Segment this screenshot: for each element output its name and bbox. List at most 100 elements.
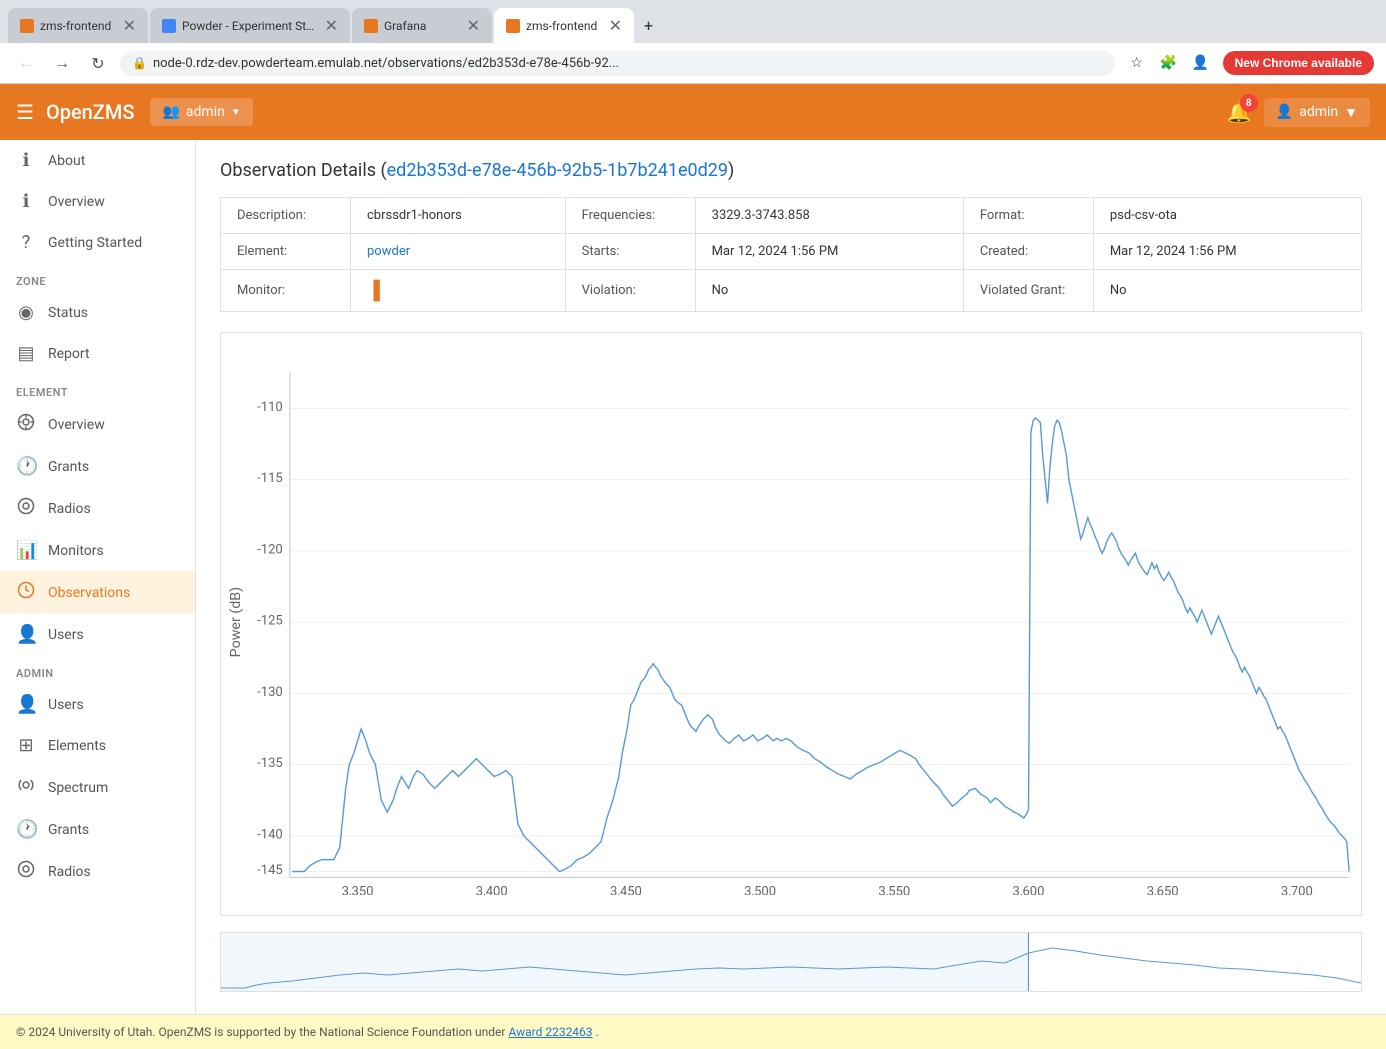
browser-chrome: zms-frontend ✕ Powder - Experiment Statu… bbox=[0, 0, 1386, 84]
sidebar-label-element-overview: Overview bbox=[48, 417, 105, 433]
svg-text:-125: -125 bbox=[257, 614, 283, 629]
main-layout: ℹ About ℹ Overview ? Getting Started Zon… bbox=[0, 140, 1386, 1014]
sidebar-label-radios-admin: Radios bbox=[48, 864, 91, 880]
sidebar-item-overview-top[interactable]: ℹ Overview bbox=[0, 181, 195, 222]
created-value: Mar 12, 2024 1:56 PM bbox=[1093, 234, 1361, 270]
sidebar-item-users[interactable]: 👤 Users bbox=[0, 614, 195, 655]
sidebar: ℹ About ℹ Overview ? Getting Started Zon… bbox=[0, 140, 196, 1014]
violation-label: Violation: bbox=[565, 270, 695, 312]
monitors-icon: 📊 bbox=[16, 540, 36, 561]
frequencies-value: 3329.3-3743.858 bbox=[695, 198, 963, 234]
notification-button[interactable]: 🔔 8 bbox=[1227, 100, 1252, 124]
sidebar-item-status[interactable]: ◉ Status bbox=[0, 292, 195, 333]
lock-icon: 🔒 bbox=[132, 56, 147, 70]
sidebar-item-radios-admin[interactable]: Radios bbox=[0, 850, 195, 893]
sidebar-item-radios[interactable]: Radios bbox=[0, 487, 195, 530]
tab-powder[interactable]: Powder - Experiment Status ✕ bbox=[150, 8, 350, 43]
back-button[interactable]: ← bbox=[12, 49, 40, 77]
dropdown-arrow-icon: ▼ bbox=[231, 107, 241, 118]
description-label: Description: bbox=[221, 198, 351, 234]
status-icon: ◉ bbox=[16, 302, 36, 323]
violated-grant-label: Violated Grant: bbox=[963, 270, 1093, 312]
url-text: node-0.rdz-dev.powderteam.emulab.net/obs… bbox=[153, 56, 1103, 71]
violation-value: No bbox=[695, 270, 963, 312]
sidebar-item-grants[interactable]: 🕐 Grants bbox=[0, 446, 195, 487]
forward-button[interactable]: → bbox=[48, 49, 76, 77]
frequencies-label: Frequencies: bbox=[565, 198, 695, 234]
format-label: Format: bbox=[963, 198, 1093, 234]
starts-value: Mar 12, 2024 1:56 PM bbox=[695, 234, 963, 270]
sidebar-label-grants: Grants bbox=[48, 459, 89, 475]
sidebar-item-admin-users[interactable]: 👤 Users bbox=[0, 684, 195, 725]
description-value: cbrssdr1-honors bbox=[351, 198, 566, 234]
table-row-description: Description: cbrssdr1-honors Frequencies… bbox=[221, 198, 1362, 234]
sidebar-label-report: Report bbox=[48, 346, 90, 362]
svg-text:3,500: 3,500 bbox=[744, 884, 776, 895]
help-icon: ? bbox=[16, 232, 36, 253]
sidebar-item-observations[interactable]: Observations bbox=[0, 571, 195, 614]
svg-text:3,650: 3,650 bbox=[1147, 884, 1179, 895]
url-bar[interactable]: 🔒 node-0.rdz-dev.powderteam.emulab.net/o… bbox=[120, 51, 1115, 76]
svg-text:-145: -145 bbox=[257, 863, 283, 878]
admin-dropdown[interactable]: 👥 admin ▼ bbox=[150, 98, 252, 126]
admin-icon: 👥 bbox=[162, 104, 179, 120]
svg-text:-115: -115 bbox=[257, 471, 283, 486]
spectrum-chart-svg: Power (dB) -110 -115 -120 -125 -130 -135… bbox=[221, 349, 1361, 895]
extensions-icon[interactable]: 🧩 bbox=[1155, 49, 1183, 77]
sidebar-item-spectrum[interactable]: Spectrum bbox=[0, 766, 195, 809]
bookmark-icon[interactable]: ☆ bbox=[1123, 49, 1151, 77]
new-chrome-button[interactable]: New Chrome available bbox=[1223, 51, 1374, 75]
svg-text:Power (dB): Power (dB) bbox=[228, 587, 244, 657]
tab-close-grafana[interactable]: ✕ bbox=[467, 16, 480, 35]
tab-close-zms1[interactable]: ✕ bbox=[123, 16, 136, 35]
notification-badge: 8 bbox=[1240, 94, 1258, 112]
sidebar-item-admin-grants[interactable]: 🕐 Grants bbox=[0, 809, 195, 850]
user-menu-button[interactable]: 👤 admin ▼ bbox=[1264, 98, 1370, 127]
observation-uuid-link[interactable]: ed2b353d-e78e-456b-92b5-1b7b241e0d29 bbox=[387, 160, 728, 181]
tab-favicon-powder bbox=[162, 19, 176, 33]
admin-users-icon: 👤 bbox=[16, 694, 36, 715]
profile-icon[interactable]: 👤 bbox=[1187, 49, 1215, 77]
element-label: Element: bbox=[221, 234, 351, 270]
tab-favicon-grafana bbox=[364, 19, 378, 33]
report-icon: ▤ bbox=[16, 343, 36, 364]
monitor-value: ▐ bbox=[351, 270, 566, 312]
sidebar-item-monitors[interactable]: 📊 Monitors bbox=[0, 530, 195, 571]
mini-spectrum-chart bbox=[220, 932, 1362, 992]
sidebar-item-elements[interactable]: ⊞ Elements bbox=[0, 725, 195, 766]
sidebar-label-spectrum: Spectrum bbox=[48, 780, 108, 796]
element-overview-icon bbox=[16, 413, 36, 436]
radios-icon bbox=[16, 497, 36, 520]
observation-details-table: Description: cbrssdr1-honors Frequencies… bbox=[220, 197, 1362, 312]
sidebar-item-about[interactable]: ℹ About bbox=[0, 140, 195, 181]
tab-grafana[interactable]: Grafana ✕ bbox=[352, 8, 492, 43]
svg-text:3,600: 3,600 bbox=[1013, 884, 1045, 895]
footer-award-link[interactable]: Award 2232463 bbox=[508, 1025, 592, 1039]
tab-close-powder[interactable]: ✕ bbox=[325, 16, 338, 35]
new-tab-button[interactable]: + bbox=[636, 8, 661, 43]
tab-close-zms2[interactable]: ✕ bbox=[609, 16, 622, 35]
svg-text:3,400: 3,400 bbox=[476, 884, 508, 895]
sidebar-item-report[interactable]: ▤ Report bbox=[0, 333, 195, 374]
address-bar: ← → ↻ 🔒 node-0.rdz-dev.powderteam.emulab… bbox=[0, 43, 1386, 84]
reload-button[interactable]: ↻ bbox=[84, 49, 112, 77]
violated-grant-value: No bbox=[1093, 270, 1361, 312]
users-icon: 👤 bbox=[16, 624, 36, 645]
overview-icon: ℹ bbox=[16, 191, 36, 212]
tab-zms1[interactable]: zms-frontend ✕ bbox=[8, 8, 148, 43]
hamburger-menu[interactable]: ☰ bbox=[16, 100, 34, 124]
tab-zms2[interactable]: zms-frontend ✕ bbox=[494, 8, 634, 43]
sidebar-label-radios: Radios bbox=[48, 501, 91, 517]
tab-label-grafana: Grafana bbox=[384, 19, 461, 33]
user-label: admin bbox=[1299, 104, 1338, 120]
sidebar-item-getting-started[interactable]: ? Getting Started bbox=[0, 222, 195, 263]
content-area: Observation Details (ed2b353d-e78e-456b-… bbox=[196, 140, 1386, 1014]
grants-icon: 🕐 bbox=[16, 456, 36, 477]
starts-label: Starts: bbox=[565, 234, 695, 270]
sidebar-label-status: Status bbox=[48, 305, 88, 321]
format-value: psd-csv-ota bbox=[1093, 198, 1361, 234]
sidebar-item-element-overview[interactable]: Overview bbox=[0, 403, 195, 446]
tab-label-powder: Powder - Experiment Status bbox=[182, 19, 319, 33]
footer: © 2024 University of Utah. OpenZMS is su… bbox=[0, 1014, 1386, 1049]
element-link[interactable]: powder bbox=[367, 244, 410, 259]
